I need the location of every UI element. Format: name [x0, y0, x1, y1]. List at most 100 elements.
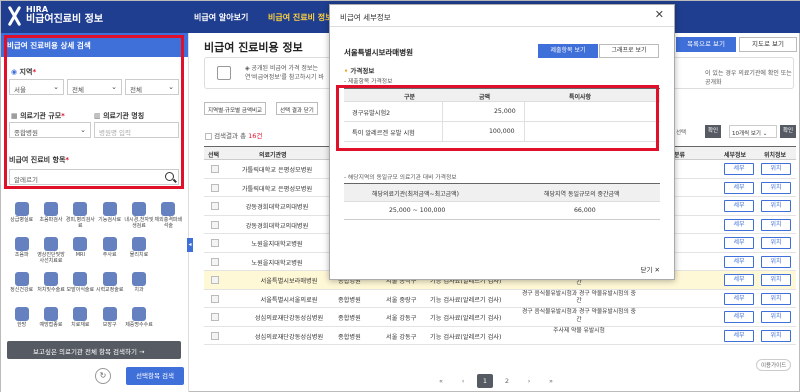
- category-eswl[interactable]: 체외충격파쇄석술: [154, 202, 183, 232]
- location-button[interactable]: 위치: [761, 274, 791, 286]
- detail-button[interactable]: 세부: [724, 292, 754, 305]
- detail-button[interactable]: 세부: [724, 255, 754, 268]
- location-button[interactable]: 위치: [761, 181, 791, 194]
- category-imaging[interactable]: 영상진단및방사선치료료: [36, 237, 65, 267]
- location-button[interactable]: 위치: [761, 218, 791, 231]
- nav-item-about[interactable]: 비급여 알아보기: [194, 12, 248, 23]
- next-page-button[interactable]: ›: [521, 374, 537, 388]
- location-button[interactable]: 위치: [761, 200, 791, 212]
- close-icon[interactable]: ✕: [655, 8, 664, 21]
- category-mental[interactable]: 정신건강료: [7, 272, 36, 302]
- category-certificate[interactable]: 제증명수수료: [124, 307, 153, 337]
- row-checkbox[interactable]: [211, 183, 219, 192]
- last-page-button[interactable]: »: [543, 374, 559, 388]
- notice-text-right: 이 있는 경우 의료기관에 확인 또는 공개화: [705, 70, 792, 86]
- reset-icon[interactable]: ↻: [95, 368, 111, 384]
- category-hair[interactable]: 모발이식술료: [66, 272, 95, 302]
- search-all-items-button[interactable]: 보고싶은 의료기관 전체 항목 검색하기 →: [7, 341, 181, 359]
- scale-label: ▦ 의료기관 규모*: [11, 112, 65, 120]
- page-1-button[interactable]: 1: [477, 374, 493, 388]
- category-surgery[interactable]: 처치및수술료: [36, 272, 65, 302]
- detail-button[interactable]: 세부: [724, 274, 754, 286]
- detail-button[interactable]: 세부: [724, 200, 754, 212]
- category-pathology[interactable]: 경피,병리검사료: [66, 202, 95, 232]
- nav-item-costs[interactable]: 비급여 진료비 정보: [268, 12, 332, 23]
- region-sigungu-select[interactable]: 전체 ⌄: [67, 79, 122, 95]
- category-orthosis[interactable]: 보장구: [95, 307, 124, 337]
- search-icon[interactable]: [165, 172, 174, 181]
- category-ward[interactable]: 상급병실료: [7, 202, 36, 232]
- category-oriental[interactable]: 한방: [7, 307, 36, 337]
- scale-select[interactable]: 종합병원 ⌄: [9, 122, 91, 138]
- tab-submitted-items[interactable]: 제출항목 보기: [538, 44, 598, 58]
- category-injection[interactable]: 주사료: [95, 237, 124, 267]
- item-search-input[interactable]: 알레르기: [9, 169, 179, 185]
- row-hospital-name[interactable]: 강동경희대학교의대병원: [222, 202, 332, 211]
- location-button[interactable]: 위치: [761, 237, 791, 249]
- row-checkbox[interactable]: [211, 331, 219, 340]
- row-hospital-name[interactable]: 가톨릭대학교 은평성모병원: [222, 165, 332, 174]
- detail-button[interactable]: 세부: [724, 218, 754, 231]
- category-vaccine[interactable]: 예방접종료: [36, 307, 65, 337]
- row-checkbox[interactable]: [211, 313, 219, 321]
- category-sono[interactable]: 조음파: [7, 237, 36, 267]
- selected-search-button[interactable]: 선택항목 검색: [126, 367, 184, 385]
- row-hospital-name[interactable]: 노원을지대학교병원: [222, 239, 332, 248]
- row-hospital-name[interactable]: 강동경희대학교의대병원: [222, 221, 332, 230]
- table-row[interactable]: 성심의료재단강동성심병원 종합병원 서울 강동구 기능 검사료(알레르기 검사) 주사제…: [204, 327, 796, 345]
- row-checkbox[interactable]: [211, 239, 219, 247]
- row-hospital-name[interactable]: 성심의료재단강동성심병원: [234, 332, 344, 341]
- category-caption: 치료재료: [71, 322, 90, 328]
- row-hospital-name[interactable]: 노원을지대학교병원: [222, 258, 332, 267]
- row-hospital-name[interactable]: 서울특별시보라매병원: [234, 276, 344, 285]
- location-button[interactable]: 위치: [761, 311, 791, 323]
- category-dental[interactable]: 치과: [124, 272, 153, 302]
- category-endoscopy[interactable]: 내시경,천자및생검료: [124, 202, 154, 232]
- location-button[interactable]: 위치: [761, 329, 791, 342]
- location-button[interactable]: 위치: [761, 292, 791, 305]
- modal-close-button[interactable]: 닫기 ✕: [641, 264, 661, 274]
- confirm-button-2[interactable]: 확인: [780, 125, 796, 138]
- hira-logo[interactable]: HIRA 비급여진료비 정보: [7, 5, 103, 25]
- location-button[interactable]: 위치: [761, 255, 791, 268]
- list-view-button[interactable]: 목록으로 보기: [676, 37, 736, 52]
- hospital-name-input[interactable]: 병원명 입력: [94, 122, 179, 138]
- close-selection-button[interactable]: 선택 결과 닫기: [276, 102, 318, 115]
- detail-button[interactable]: 세부: [724, 237, 754, 249]
- table-row[interactable]: 성심의료재단강동성심병원 종합병원 서울 강동구 기능 검사료(알레르기 검사) 경구 …: [204, 308, 796, 327]
- row-checkbox[interactable]: [211, 220, 219, 229]
- row-checkbox[interactable]: [211, 276, 219, 284]
- row-checkbox[interactable]: [211, 294, 219, 303]
- collapse-sidebar-icon[interactable]: ◂: [187, 238, 193, 252]
- page-size-select[interactable]: 10개씩 보기 ⌄: [729, 125, 777, 138]
- row-checkbox[interactable]: [211, 202, 219, 210]
- category-physio[interactable]: 물리치료: [124, 237, 153, 267]
- user-guide-button[interactable]: 이용가이드: [756, 359, 792, 371]
- region-dong-select[interactable]: 전체 ⌄: [125, 79, 179, 95]
- table-row[interactable]: 서울특별시서울의료원 종합병원 서울 중랑구 기능 검사료(알레르기 검사) 경구 음식…: [204, 290, 796, 308]
- compare-button[interactable]: 지역별·규모별 금액비교: [204, 102, 267, 115]
- row-checkbox[interactable]: [211, 257, 219, 266]
- detail-button[interactable]: 세부: [724, 163, 754, 175]
- category-ultrasound[interactable]: 초음파검사: [36, 202, 65, 232]
- page-2-button[interactable]: 2: [499, 374, 515, 388]
- confirm-button-1[interactable]: 확인: [705, 125, 721, 138]
- detail-button[interactable]: 세부: [724, 329, 754, 342]
- select-all-checkbox[interactable]: [205, 132, 212, 140]
- category-materials[interactable]: 치료재료: [66, 307, 95, 337]
- region-sido-select[interactable]: 서울 ⌄: [9, 79, 64, 95]
- row-checkbox[interactable]: [211, 165, 219, 173]
- category-mri[interactable]: MRI: [66, 237, 95, 267]
- row-hospital-name[interactable]: 성심의료재단강동성심병원: [234, 313, 344, 322]
- first-page-button[interactable]: «: [433, 374, 449, 388]
- row-hospital-name[interactable]: 가톨릭대학교 은평성모병원: [222, 184, 332, 193]
- category-function-test[interactable]: 기능검사료: [95, 202, 124, 232]
- detail-button[interactable]: 세부: [724, 311, 754, 323]
- prev-page-button[interactable]: ‹: [455, 374, 471, 388]
- tab-graph[interactable]: 그래프로 보기: [599, 44, 659, 58]
- row-hospital-name[interactable]: 서울특별시서울의료원: [234, 295, 344, 304]
- location-button[interactable]: 위치: [761, 163, 791, 175]
- category-vision[interactable]: 시력교정술료: [95, 272, 124, 302]
- detail-button[interactable]: 세부: [724, 181, 754, 194]
- map-view-button[interactable]: 지도로 보기: [739, 37, 797, 52]
